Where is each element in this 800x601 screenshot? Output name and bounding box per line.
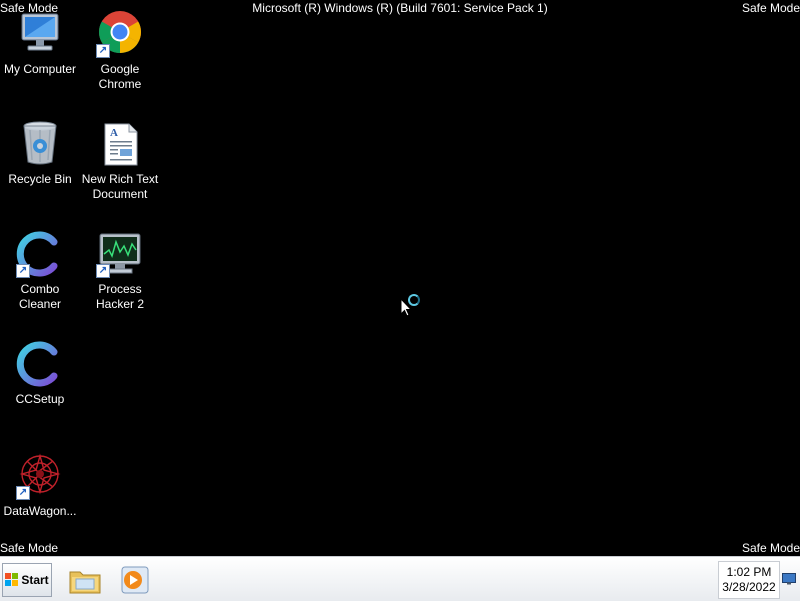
desktop-icon-my-computer[interactable]: My Computer (0, 10, 80, 77)
desktop-icon-process-hacker-2[interactable]: ↗ Process Hacker 2 (80, 230, 160, 312)
safe-mode-label-bottom-left: Safe Mode (0, 541, 59, 555)
desktop-icon-label: CCSetup (15, 392, 65, 406)
desktop-icon-datawagon[interactable]: ↗ DataWagon... (0, 452, 80, 519)
computer-icon (16, 10, 64, 58)
datawagon-icon: ↗ (16, 452, 64, 500)
recycle-bin-icon (16, 120, 64, 168)
file-explorer-icon[interactable] (68, 564, 102, 596)
busy-spinner-icon (408, 294, 420, 306)
shortcut-arrow-icon: ↗ (96, 264, 110, 278)
ccsetup-icon (16, 340, 64, 388)
desktop-icon-new-rich-text-document[interactable]: A New Rich Text Document (80, 120, 160, 202)
windows-logo-icon (5, 573, 19, 587)
desktop-icon-label: My Computer (3, 62, 77, 76)
desktop-icon-google-chrome[interactable]: ↗ Google Chrome (80, 10, 160, 92)
shortcut-arrow-icon: ↗ (16, 264, 30, 278)
desktop-icon-label: Combo Cleaner (18, 282, 62, 311)
svg-text:A: A (110, 127, 118, 139)
desktop-icon-recycle-bin[interactable]: Recycle Bin (0, 120, 80, 187)
action-center-icon[interactable] (782, 572, 796, 585)
desktop-icon-label: Process Hacker 2 (95, 282, 145, 311)
safe-mode-label-bottom-right: Safe Mode (741, 541, 800, 555)
start-label: Start (21, 573, 49, 587)
combo-cleaner-icon: ↗ (16, 230, 64, 278)
desktop[interactable]: Safe Mode Microsoft (R) Windows (R) (Bui… (0, 0, 800, 556)
taskbar: Start 1:02 PM 3/28/2022 (0, 556, 800, 601)
rich-text-document-icon: A (96, 120, 144, 168)
shortcut-arrow-icon: ↗ (96, 44, 110, 58)
desktop-icon-label: DataWagon... (3, 504, 77, 518)
start-button[interactable]: Start (2, 563, 52, 597)
desktop-icon-combo-cleaner[interactable]: ↗ Combo Cleaner (0, 230, 80, 312)
process-hacker-icon: ↗ (96, 230, 144, 278)
chrome-icon: ↗ (96, 10, 144, 58)
shortcut-arrow-icon: ↗ (16, 486, 30, 500)
desktop-icon-label: Recycle Bin (8, 172, 72, 186)
desktop-icon-label: New Rich Text Document (81, 172, 159, 201)
tray-clock[interactable]: 1:02 PM 3/28/2022 (718, 561, 780, 599)
tray-time: 1:02 PM (726, 565, 772, 579)
safe-mode-label-top-right: Safe Mode (741, 1, 800, 15)
tray-date: 3/28/2022 (722, 580, 776, 594)
media-player-icon[interactable] (118, 564, 152, 596)
desktop-icon-ccsetup[interactable]: CCSetup (0, 340, 80, 407)
desktop-icon-label: Google Chrome (98, 62, 142, 91)
